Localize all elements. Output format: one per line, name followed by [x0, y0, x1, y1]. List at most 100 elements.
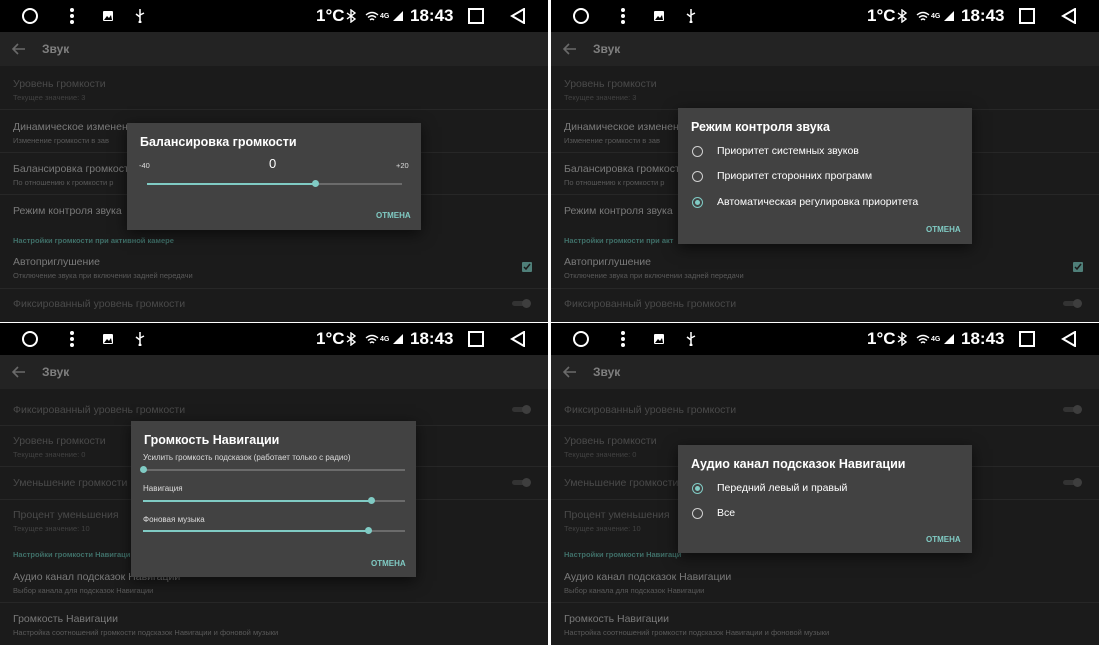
dialog-title: Режим контроля звука — [691, 120, 830, 134]
radio-button[interactable] — [692, 170, 703, 182]
home-button[interactable] — [569, 323, 593, 355]
slider-max-label: +20 — [396, 161, 409, 170]
divider — [551, 602, 1099, 603]
fixed-volume-toggle[interactable] — [1063, 405, 1082, 414]
option-all[interactable]: Все — [692, 507, 735, 519]
menu-dots-icon[interactable] — [615, 323, 631, 355]
back-arrow-icon[interactable] — [12, 365, 26, 379]
temperature-readout: 1°C — [867, 6, 896, 25]
radio-button-selected[interactable] — [692, 482, 703, 494]
section-header: Настройки громкости Навигаци — [564, 550, 682, 559]
radio-button-selected[interactable] — [692, 196, 703, 208]
sound-control-mode-dialog: Режим контроля звука Приоритет системных… — [678, 108, 972, 244]
setting-nav-audio-channel[interactable]: Аудио канал подсказок Навигации Выбор кан… — [564, 571, 1099, 595]
volume-reduction-toggle[interactable] — [1063, 478, 1082, 487]
app-bar: Звук — [0, 32, 548, 66]
temperature-readout: 1°C — [867, 329, 896, 348]
recent-apps-button[interactable] — [466, 0, 486, 32]
page-title: Звук — [593, 42, 621, 56]
clock: 18:43 — [410, 6, 454, 25]
back-nav-button[interactable] — [1059, 323, 1079, 355]
volume-reduction-toggle[interactable] — [512, 478, 531, 487]
network-type-label: 4G — [931, 12, 941, 20]
setting-nav-volume[interactable]: Громкость Навигации Настройка соотношений… — [564, 613, 1099, 637]
radio-button[interactable] — [692, 507, 703, 519]
home-button[interactable] — [18, 323, 42, 355]
back-arrow-icon[interactable] — [563, 42, 577, 56]
slider-label: Навигация — [143, 484, 183, 493]
setting-fixed-volume[interactable]: Фиксированный уровень громкости — [564, 404, 1099, 416]
menu-dots-icon[interactable] — [64, 0, 80, 32]
recent-apps-button[interactable] — [466, 323, 486, 355]
slider-label: Фоновая музыка — [143, 515, 205, 524]
back-nav-button[interactable] — [1059, 0, 1079, 32]
image-icon — [651, 323, 667, 355]
option-third-party-apps[interactable]: Приоритет сторонних программ — [692, 170, 872, 182]
slider-label: Усилить громкость подсказок (работает то… — [143, 453, 351, 462]
nav-volume-dialog: Громкость Навигации Усилить громкость по… — [131, 421, 416, 577]
cancel-button[interactable]: ОТМЕНА — [926, 225, 961, 234]
screen-panel-nav-volume: 1°C 4G 18:43 Звук Фиксированный уровень … — [0, 323, 548, 645]
back-nav-button[interactable] — [508, 323, 528, 355]
setting-volume-level[interactable]: Уровень громкости Текущее значение: 3 — [13, 78, 548, 102]
status-bar: 1°C 4G 18:43 — [0, 0, 548, 32]
status-bar: 1°C 4G 18:43 — [0, 323, 548, 355]
recent-apps-button[interactable] — [1017, 323, 1037, 355]
temperature-readout: 1°C — [316, 6, 345, 25]
dialog-title: Балансировка громкости — [140, 135, 297, 149]
bluetooth-icon — [896, 323, 908, 355]
wifi-icon — [915, 0, 931, 32]
app-bar: Звук — [0, 355, 548, 389]
auto-mute-checkbox[interactable] — [522, 262, 532, 272]
section-header: Настройки громкости при акт — [564, 236, 674, 245]
dialog-title: Аудио канал подсказок Навигации — [691, 457, 906, 471]
nav-audio-channel-dialog: Аудио канал подсказок Навигации Передний… — [678, 445, 972, 553]
usb-icon — [683, 323, 699, 355]
radio-button[interactable] — [692, 145, 703, 157]
cancel-button[interactable]: ОТМЕНА — [926, 535, 961, 544]
signal-icon — [392, 323, 404, 355]
slider-thumb — [312, 180, 320, 187]
setting-auto-mute[interactable]: Автоприглушение Отключение звука при вклю… — [564, 256, 1099, 280]
fixed-volume-toggle[interactable] — [1063, 299, 1082, 308]
option-front-left-right[interactable]: Передний левый и правый — [692, 482, 847, 494]
slider-thumb — [365, 527, 373, 534]
auto-mute-checkbox[interactable] — [1073, 262, 1083, 272]
background-music-slider[interactable] — [143, 527, 405, 535]
boost-prompts-slider[interactable] — [140, 466, 405, 474]
balance-slider[interactable] — [147, 180, 402, 188]
back-arrow-icon[interactable] — [12, 42, 26, 56]
back-nav-button[interactable] — [508, 0, 528, 32]
option-system-sounds[interactable]: Приоритет системных звуков — [692, 145, 859, 157]
home-button[interactable] — [569, 0, 593, 32]
setting-volume-level[interactable]: Уровень громкости Текущее значение: 3 — [564, 78, 1099, 102]
setting-nav-volume[interactable]: Громкость Навигации Настройка соотношений… — [13, 613, 548, 637]
usb-icon — [132, 0, 148, 32]
recent-apps-button[interactable] — [1017, 0, 1037, 32]
home-button[interactable] — [18, 0, 42, 32]
menu-dots-icon[interactable] — [615, 0, 631, 32]
setting-auto-mute[interactable]: Автоприглушение Отключение звука при вклю… — [13, 256, 548, 280]
temperature-readout: 1°C — [316, 329, 345, 348]
divider — [0, 109, 548, 110]
option-auto-priority[interactable]: Автоматическая регулировка приоритета — [692, 196, 918, 208]
back-arrow-icon[interactable] — [563, 365, 577, 379]
setting-fixed-volume[interactable]: Фиксированный уровень громкости — [13, 298, 548, 310]
divider — [551, 425, 1099, 426]
fixed-volume-toggle[interactable] — [512, 405, 531, 414]
setting-fixed-volume[interactable]: Фиксированный уровень громкости — [13, 404, 548, 416]
status-bar: 1°C 4G 18:43 — [551, 323, 1099, 355]
divider — [0, 288, 548, 289]
dialog-title: Громкость Навигации — [144, 433, 280, 447]
app-bar: Звук — [551, 355, 1099, 389]
slider-thumb — [367, 497, 375, 504]
fixed-volume-toggle[interactable] — [512, 299, 531, 308]
setting-fixed-volume[interactable]: Фиксированный уровень громкости — [564, 298, 1099, 310]
cancel-button[interactable]: ОТМЕНА — [371, 559, 406, 568]
cancel-button[interactable]: ОТМЕНА — [376, 211, 411, 220]
navigation-volume-slider[interactable] — [143, 497, 405, 505]
clock: 18:43 — [961, 329, 1005, 348]
network-type-label: 4G — [380, 12, 390, 20]
usb-icon — [683, 0, 699, 32]
menu-dots-icon[interactable] — [64, 323, 80, 355]
